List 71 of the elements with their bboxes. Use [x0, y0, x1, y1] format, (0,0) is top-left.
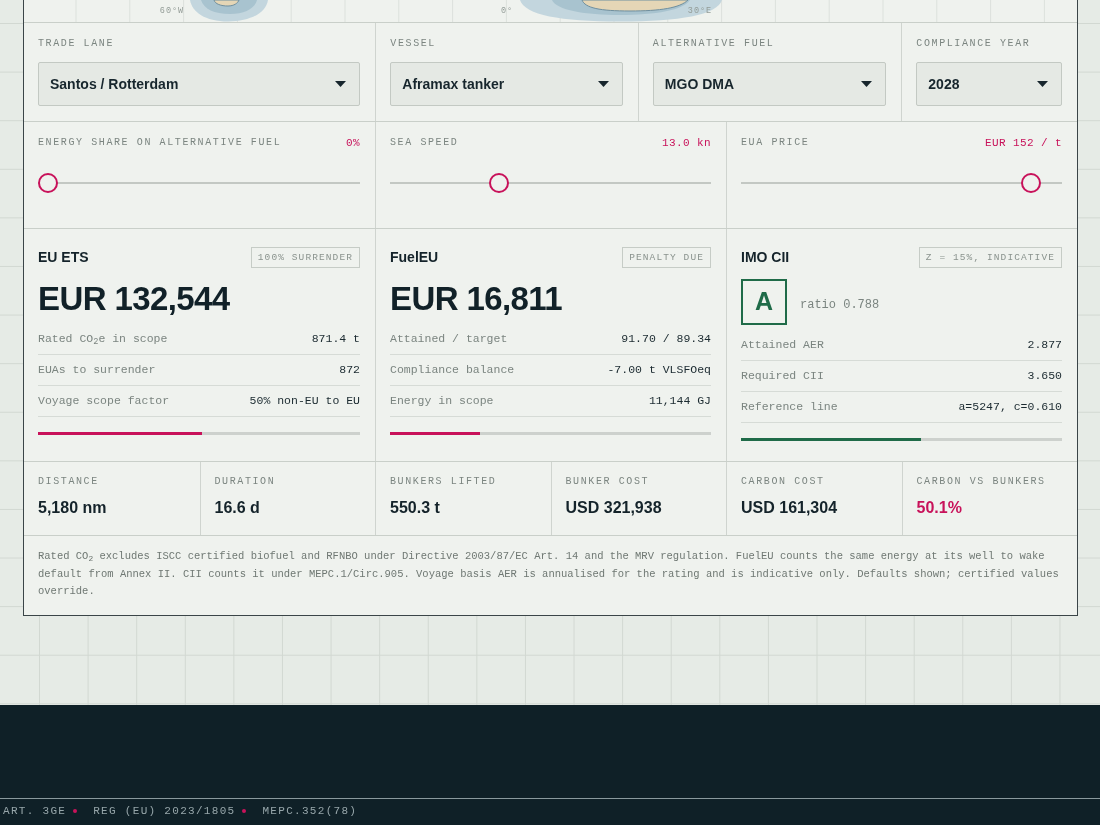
metric-label: Attained AER — [741, 337, 824, 353]
separator-dot-icon — [242, 809, 247, 813]
caret-icon — [597, 81, 609, 87]
metric-value: 91.70 / 89.34 — [621, 331, 711, 347]
slider-value: EUR 152 / t — [985, 137, 1062, 149]
metric-value: a=5247, c=0.610 — [958, 399, 1062, 415]
slider-thumb[interactable] — [1020, 173, 1041, 193]
regulation-reference: MEPC.352(78) — [262, 804, 358, 818]
metric-value: 2.877 — [1027, 337, 1062, 353]
caret-icon — [1037, 81, 1048, 87]
panel-title: IMO CII — [741, 248, 790, 267]
metric-label: Reference line — [741, 399, 838, 415]
metric-value: 872 — [339, 362, 360, 378]
stat-label: CARBON VS BUNKERS — [916, 476, 1047, 488]
metric-value: 871.4 t — [311, 331, 360, 347]
slider-value: 13.0 kn — [662, 137, 711, 149]
stat-label: CARBON COST — [741, 476, 826, 488]
separator-dot-icon — [73, 809, 78, 813]
slider-label: ENERGY SHARE ON ALTERNATIVE FUEL — [38, 137, 282, 149]
stat-value: 16.6 d — [214, 498, 261, 518]
longitude-label: 0° — [500, 6, 514, 16]
cost-amount: EUR 16,811 — [390, 280, 563, 318]
landmass — [213, 0, 240, 7]
slider-thumb[interactable] — [38, 173, 58, 193]
metric-label: Rated CO$_{2}$e in scope — [38, 331, 168, 347]
dropdown[interactable]: 2028 — [916, 62, 1062, 106]
stat-label: BUNKERS LIFTED — [390, 476, 498, 488]
rating-grade: A — [741, 279, 787, 325]
stat-value: 50.1% — [916, 498, 963, 518]
slider-label: SEA SPEED — [390, 137, 459, 149]
dropdown[interactable]: Aframax tanker — [390, 62, 623, 106]
field-label: TRADE LANE — [38, 38, 115, 50]
slider-label: EUA PRICE — [741, 137, 810, 149]
metric-label: EUAs to surrender — [38, 362, 156, 378]
field-label: ALTERNATIVE FUEL — [652, 38, 776, 50]
slider-thumb[interactable] — [489, 173, 510, 193]
stat-value: 550.3 t — [390, 498, 441, 518]
stat-value: USD 321,938 — [565, 498, 663, 518]
dropdown[interactable]: MGO DMA — [652, 62, 887, 106]
footnote-text: Rated CO$_{2}$ excludes ISCC certified biofuel and RFNBO under Directive 2003/87/EC Art. 14 and the MRV regulation. FuelEU counts the same energy at its well to wake default from Annex II. CII counts it under MEPC.1/Circ.905. Voyage basis AER is annualised for the rating and is indicative only. Defaults shown; certified values override. — [24, 535, 1077, 615]
slider-value: 0% — [346, 137, 360, 149]
longitude-label: 60°W — [159, 6, 185, 16]
rating-ratio: ratio 0.788 — [800, 297, 880, 314]
stat-label: DURATION — [214, 476, 277, 488]
metric-label: Required CII — [741, 368, 824, 384]
stat-label: DISTANCE — [38, 476, 100, 488]
metric-value: 50% non-EU to EU — [249, 393, 360, 409]
status-tag: PENALTY DUE — [622, 247, 711, 268]
field-label: COMPLIANCE YEAR — [916, 38, 1032, 50]
regulation-reference: REG (EU) 2023/1805 — [93, 804, 236, 818]
dropdown[interactable]: Santos / Rotterdam — [38, 62, 361, 106]
metric-label: Attained / target — [390, 331, 508, 347]
metric-label: Voyage scope factor — [38, 393, 170, 409]
stat-label: BUNKER COST — [565, 476, 651, 488]
caret-icon — [861, 81, 873, 87]
metric-value: -7.00 t VLSFOeq — [607, 362, 711, 378]
stat-value: 5,180 nm — [38, 498, 108, 518]
panel-title: FuelEU — [390, 248, 439, 267]
longitude-label: 30°E — [687, 6, 713, 16]
metric-label: Energy in scope — [390, 393, 494, 409]
cost-amount: EUR 132,544 — [38, 280, 231, 318]
metric-value: 3.650 — [1027, 368, 1062, 384]
panel-title: EU ETS — [38, 248, 89, 267]
status-tag: 100% SURRENDER — [250, 247, 360, 268]
metric-label: Compliance balance — [390, 362, 515, 378]
regulation-reference: ART. 3GE — [3, 804, 67, 818]
caret-icon — [335, 81, 347, 87]
stat-value: USD 161,304 — [741, 498, 839, 518]
status-tag: Z = 15%, INDICATIVE — [918, 247, 1062, 268]
field-label: VESSEL — [390, 38, 437, 50]
metric-value: 11,144 GJ — [648, 393, 711, 409]
